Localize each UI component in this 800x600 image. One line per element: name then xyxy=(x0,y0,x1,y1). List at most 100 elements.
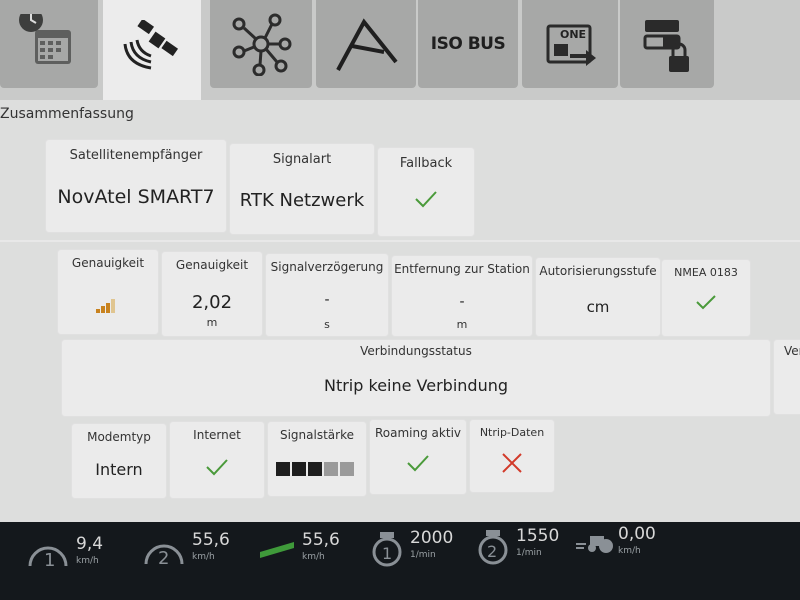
tab-one[interactable]: ONE xyxy=(522,0,618,88)
modem-type-label: Modemtyp xyxy=(87,430,151,444)
network-hub-icon xyxy=(229,12,293,76)
speed-1-unit: km/h xyxy=(76,556,99,566)
connection-extra-label: Ver xyxy=(784,344,800,358)
pto-1-unit: 1/min xyxy=(410,550,436,560)
receiver-value: NovAtel SMART7 xyxy=(57,186,215,208)
signal-bars-icon xyxy=(96,298,116,317)
section-divider xyxy=(0,240,800,242)
tab-calendar[interactable] xyxy=(0,0,98,88)
ground-speed-value: 55,6 xyxy=(302,530,340,550)
signal-strength-card: Signalstärke xyxy=(268,422,366,496)
signal-strength-label: Signalstärke xyxy=(279,428,354,442)
authorization-card: Autorisierungsstufe cm xyxy=(536,258,660,336)
signal-delay-card: Signalverzögerung - s xyxy=(266,254,388,336)
roaming-card: Roaming aktiv xyxy=(370,420,466,494)
authorization-value: cm xyxy=(586,298,610,316)
pto-2-readout: 2 1550 1/min xyxy=(476,526,576,570)
pto-1-value: 2000 xyxy=(410,528,454,548)
tab-boundary[interactable] xyxy=(316,0,416,88)
nmea-card: NMEA 0183 xyxy=(662,260,750,336)
receiver-card: Satellitenempfänger NovAtel SMART7 xyxy=(46,140,226,232)
speed-1-readout: 1 9,4 km/h xyxy=(26,528,126,571)
speed-1-value: 9,4 xyxy=(76,534,104,554)
tab-security[interactable] xyxy=(620,0,714,88)
wheel-slip-value: 0,00 xyxy=(618,524,656,544)
isobus-icon: ISO BUS xyxy=(430,34,506,54)
pto-2-unit: 1/min xyxy=(516,548,542,558)
authorization-label: Autorisierungsstufe xyxy=(539,264,657,278)
internet-label: Internet xyxy=(193,428,241,442)
signal-strength-bar xyxy=(292,462,306,476)
speed-2-unit: km/h xyxy=(192,552,215,562)
status-bar: 1 9,4 km/h 2 55,6 km/h 55,6 km/h 1 2000 … xyxy=(0,522,800,600)
speed-2-readout: 2 55,6 km/h xyxy=(142,528,252,569)
check-icon xyxy=(205,458,229,480)
ground-speed-readout: 55,6 km/h xyxy=(258,528,368,568)
satellite-icon xyxy=(117,20,187,80)
calendar-clock-icon xyxy=(19,14,79,74)
receiver-label: Satellitenempfänger xyxy=(69,148,203,163)
signal-delay-label: Signalverzögerung xyxy=(270,260,384,274)
connection-status-label: Verbindungsstatus xyxy=(360,344,472,358)
internet-card: Internet xyxy=(170,422,264,498)
speed-2-value: 55,6 xyxy=(192,530,230,550)
signal-strength-icon xyxy=(276,462,354,476)
signal-type-value: RTK Netzwerk xyxy=(239,190,365,211)
signal-strength-bar xyxy=(340,462,354,476)
speed-1-icon: 1 xyxy=(26,536,70,576)
svg-text:2: 2 xyxy=(158,548,169,569)
accuracy-value: 2,02 xyxy=(191,292,233,313)
cross-icon xyxy=(501,452,523,478)
signal-delay-unit: s xyxy=(324,318,330,331)
signal-strength-bar xyxy=(308,462,322,476)
accuracy-value-card: Genauigkeit 2,02 m xyxy=(162,252,262,336)
wheel-slip-unit: km/h xyxy=(618,546,641,556)
station-distance-value: - xyxy=(459,294,465,310)
station-distance-unit: m xyxy=(456,318,468,331)
accuracy-label: Genauigkeit xyxy=(71,256,145,270)
station-distance-label: Entfernung zur Station xyxy=(394,262,530,276)
fallback-card: Fallback xyxy=(378,148,474,236)
page-title: Zusammenfassung xyxy=(0,106,134,122)
gnss-summary-screen: ISO BUS ONE Zusammenfassung Satellitenem… xyxy=(0,0,800,522)
check-icon xyxy=(695,294,717,314)
connection-extra-card: Ver xyxy=(774,340,800,414)
wheel-slip-readout: 0,00 km/h xyxy=(576,524,686,568)
accuracy-unit: m xyxy=(206,316,218,329)
roaming-label: Roaming aktiv xyxy=(375,426,461,440)
svg-text:1: 1 xyxy=(44,550,55,571)
signal-type-label: Signalart xyxy=(272,152,332,167)
one-label: ONE xyxy=(560,28,587,41)
station-distance-card: Entfernung zur Station - m xyxy=(392,256,532,336)
pto-2-icon: 2 xyxy=(476,530,510,570)
pto-1-icon: 1 xyxy=(370,532,404,572)
signal-strength-bar xyxy=(276,462,290,476)
svg-text:2: 2 xyxy=(487,542,497,561)
ntrip-data-label: Ntrip-Daten xyxy=(479,426,545,439)
ground-speed-icon xyxy=(258,538,298,566)
signal-strength-bar xyxy=(324,462,338,476)
nmea-label: NMEA 0183 xyxy=(674,266,738,279)
tab-network[interactable] xyxy=(210,0,312,88)
signal-delay-value: - xyxy=(324,292,330,308)
tab-satellite[interactable] xyxy=(103,0,201,100)
wheel-slip-icon xyxy=(576,532,616,560)
ground-speed-unit: km/h xyxy=(302,552,325,562)
pto-1-readout: 1 2000 1/min xyxy=(370,528,480,568)
svg-text:1: 1 xyxy=(382,544,392,563)
pto-2-value: 1550 xyxy=(516,526,560,546)
modem-type-value: Intern xyxy=(95,460,143,479)
tab-bar: ISO BUS ONE xyxy=(0,0,800,100)
fallback-label: Fallback xyxy=(399,156,453,171)
connection-status-value: Ntrip keine Verbindung xyxy=(323,376,509,395)
speed-2-icon: 2 xyxy=(142,534,186,574)
boundary-angle-icon xyxy=(334,14,398,74)
accuracy-value-label: Genauigkeit xyxy=(175,258,249,272)
lock-settings-icon xyxy=(639,14,695,74)
one-transfer-icon: ONE xyxy=(540,14,600,74)
signal-type-card: Signalart RTK Netzwerk xyxy=(230,144,374,234)
check-icon xyxy=(406,454,430,476)
ntrip-data-card: Ntrip-Daten xyxy=(470,420,554,492)
connection-status-card: Verbindungsstatus Ntrip keine Verbindung xyxy=(62,340,770,416)
tab-isobus[interactable]: ISO BUS xyxy=(418,0,518,88)
